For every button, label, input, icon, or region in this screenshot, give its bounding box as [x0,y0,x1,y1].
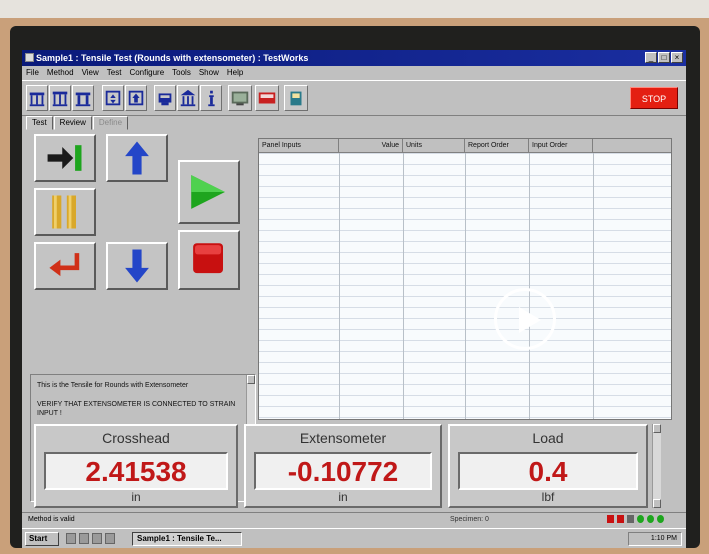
message-line-1: This is the Tensile for Rounds with Exte… [37,382,189,389]
readout-panel: Crosshead 2.41538 in Extensometer -0.107… [34,422,680,510]
column-header-value[interactable]: Value [339,139,403,153]
menu-show[interactable]: Show [199,66,219,80]
extensometer-value: -0.10772 [287,456,399,487]
system-clock: 1:10 PM [628,532,682,546]
menu-bar: File Method View Test Configure Tools Sh… [22,66,686,80]
crosshead-value: 2.41538 [85,456,187,487]
menu-tools[interactable]: Tools [172,66,191,80]
column-header-input-order[interactable]: Input Order [529,139,593,153]
status-grey-icon [627,515,634,523]
taskbar-item-sample1[interactable]: Sample1 : Tensile Te... [132,532,242,546]
column-divider [593,153,594,419]
start-button[interactable]: Start [25,532,59,546]
extensometer-readout[interactable]: Extensometer -0.10772 in [244,424,442,508]
column-divider [339,153,340,419]
menu-method[interactable]: Method [47,66,74,80]
return-icon[interactable] [34,242,96,290]
stop-button[interactable]: STOP [630,87,678,109]
load-readout[interactable]: Load 0.4 lbf [448,424,648,508]
menu-configure[interactable]: Configure [129,66,164,80]
quick-launch-icon[interactable] [105,533,115,544]
column-header-panel-inputs[interactable]: Panel Inputs [259,139,339,153]
monitor-icon[interactable] [228,85,252,111]
column-header-report-order[interactable]: Report Order [465,139,529,153]
readout-unit: lbf [541,490,555,504]
message-line-2: VERIFY THAT EXTENSOMETER IS CONNECTED TO… [37,401,236,417]
meter-icon[interactable] [255,85,279,111]
arrows-icon[interactable] [102,85,124,111]
jog-down-arrow-icon[interactable] [106,242,168,290]
scroll-down-arrow-icon[interactable] [653,499,661,508]
monitor-frame: Sample1 : Tensile Test (Rounds with exte… [0,18,709,554]
stop-test-square-icon[interactable] [178,230,240,290]
status-bar: Method is valid Specimen: 0 [22,512,686,526]
menu-test[interactable]: Test [107,66,122,80]
crosshead-readout[interactable]: Crosshead 2.41538 in [34,424,238,508]
quick-launch [66,533,115,544]
scroll-up-arrow-icon[interactable] [653,424,661,433]
tab-review[interactable]: Review [53,116,92,130]
columns-icon[interactable] [49,85,71,111]
readout-value-box: 0.4 [458,452,638,490]
status-green-icon [647,515,654,523]
scroll-up-arrow-icon[interactable] [247,375,255,384]
status-text: Method is valid [28,516,75,523]
readout-scrollbar[interactable] [652,424,661,508]
taskbar: Start Sample1 : Tensile Te... 1:10 PM [22,528,686,548]
readout-label: Extensometer [299,430,387,446]
book-icon[interactable] [284,85,308,111]
table-header: Panel Inputs Value Units Report Order In… [259,139,671,153]
jog-up-arrow-icon[interactable] [106,134,168,182]
close-button[interactable]: × [671,52,683,63]
readout-unit: in [338,490,348,504]
status-red-icon [607,515,614,523]
control-panel: This is the Tensile for Rounds with Exte… [26,130,256,502]
info-icon[interactable] [200,85,222,111]
quick-launch-icon[interactable] [92,533,102,544]
readout-label: Crosshead [102,430,170,446]
video-play-overlay[interactable] [494,288,556,350]
readout-value-box: -0.10772 [254,452,432,490]
calibrate-icon[interactable] [154,85,176,111]
column-divider [403,153,404,419]
column-divider [529,153,530,419]
minimize-button[interactable]: _ [645,52,657,63]
columns-icon[interactable] [26,85,48,111]
status-indicators [607,515,664,523]
column-divider [465,153,466,419]
column-header-units[interactable]: Units [403,139,465,153]
status-green-icon [637,515,644,523]
menu-file[interactable]: File [26,66,39,80]
readout-value-box: 2.41538 [44,452,228,490]
return-to-zero-icon[interactable] [34,134,96,182]
columns-icon[interactable] [72,85,94,111]
readout-label: Load [532,430,564,446]
tab-bar: Test Review Define [26,116,129,130]
readout-unit: in [131,490,141,504]
menu-view[interactable]: View [82,66,99,80]
menu-help[interactable]: Help [227,66,243,80]
quick-launch-icon[interactable] [66,533,76,544]
load-value: 0.4 [528,456,568,487]
status-red-icon [617,515,624,523]
tab-define[interactable]: Define [92,116,129,130]
building-icon[interactable] [177,85,199,111]
grip-icon[interactable] [34,188,96,236]
quick-launch-icon[interactable] [79,533,89,544]
start-test-play-icon[interactable] [178,160,240,224]
app-icon [25,53,34,62]
title-bar: Sample1 : Tensile Test (Rounds with exte… [22,50,686,66]
app-window: Sample1 : Tensile Test (Rounds with exte… [22,50,686,548]
arrows-icon[interactable] [125,85,147,111]
toolbar: STOP [22,80,686,116]
play-icon [519,307,541,333]
specimen-counter: Specimen: 0 [450,516,489,523]
maximize-button[interactable]: □ [658,52,670,63]
tab-test[interactable]: Test [26,116,53,130]
status-green-icon [657,515,664,523]
window-title: Sample1 : Tensile Test (Rounds with exte… [36,53,309,63]
panel-inputs-table[interactable]: Panel Inputs Value Units Report Order In… [258,138,672,420]
